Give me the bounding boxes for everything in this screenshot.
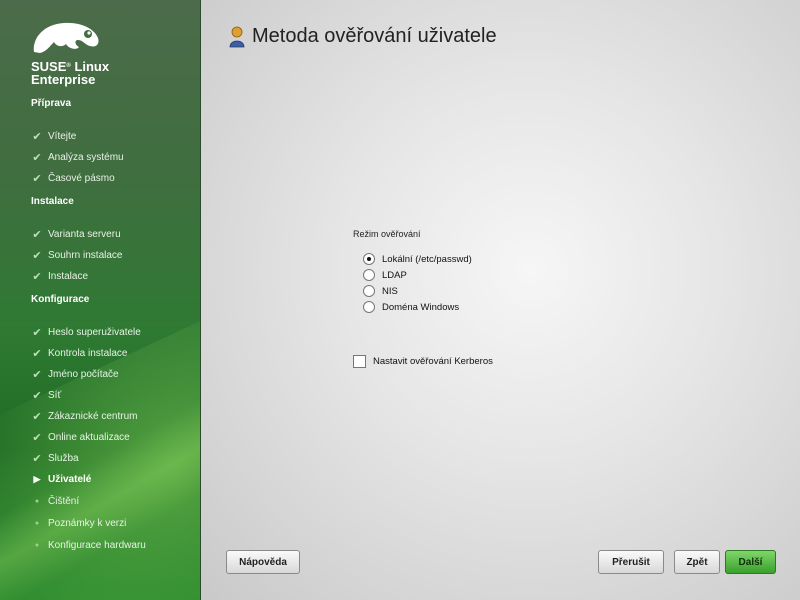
radio-label: Lokální (/etc/passwd) xyxy=(382,253,472,265)
step-item: ✔ Instalace xyxy=(30,268,88,284)
page-title: Metoda ověřování uživatele xyxy=(252,25,497,47)
radio-label: NIS xyxy=(382,285,398,297)
step-item: ✔ Síť xyxy=(30,387,61,403)
checkmark-icon: ✔ xyxy=(32,130,42,143)
step-item: ✔ Kontrola instalace xyxy=(30,345,127,361)
sidebar: SUSE® Linux Enterprise Příprava ✔ Vítejte… xyxy=(0,0,201,600)
step-item-current: ▶ Uživatelé xyxy=(30,471,92,487)
radio-label: LDAP xyxy=(382,269,407,281)
checkbox-label: Nastavit ověřování Kerberos xyxy=(373,356,493,367)
step-item: ✔ Analýza systému xyxy=(30,149,123,165)
checkmark-icon: ✔ xyxy=(32,368,42,381)
radio-nis[interactable]: NIS xyxy=(363,285,398,297)
help-button[interactable]: Nápověda xyxy=(226,550,300,574)
radio-button-selected[interactable] xyxy=(363,253,375,265)
main-panel xyxy=(201,0,800,600)
kerberos-checkbox[interactable]: Nastavit ověřování Kerberos xyxy=(353,355,493,368)
radio-button[interactable] xyxy=(363,285,375,297)
step-item: ✔ Varianta serveru xyxy=(30,226,120,242)
checkmark-icon: ✔ xyxy=(32,151,42,164)
section-title-instalace: Instalace xyxy=(31,196,74,207)
step-item: ✔ Online aktualizace xyxy=(30,429,129,445)
section-title-priprava: Příprava xyxy=(31,98,72,109)
checkmark-icon: ✔ xyxy=(32,228,42,241)
pending-dot-icon: ● xyxy=(34,497,40,505)
current-step-arrow-icon: ▶ xyxy=(33,473,41,484)
checkbox[interactable] xyxy=(353,355,366,368)
radio-button[interactable] xyxy=(363,269,375,281)
radio-button[interactable] xyxy=(363,301,375,313)
step-item: ● Konfigurace hardwaru xyxy=(30,537,146,553)
checkmark-icon: ✔ xyxy=(32,326,42,339)
checkmark-icon: ✔ xyxy=(32,452,42,465)
checkmark-icon: ✔ xyxy=(32,249,42,262)
pending-dot-icon: ● xyxy=(34,541,40,549)
step-item: ✔ Služba xyxy=(30,450,78,466)
step-item: ✔ Časové pásmo xyxy=(30,170,114,186)
step-item: ✔ Souhrn instalace xyxy=(30,247,122,263)
next-button[interactable]: Další xyxy=(725,550,776,574)
checkmark-icon: ✔ xyxy=(32,410,42,423)
back-button[interactable]: Zpět xyxy=(674,550,720,574)
step-item: ✔ Jméno počítače xyxy=(30,366,118,382)
pending-dot-icon: ● xyxy=(34,519,40,527)
auth-mode-group-label: Režim ověřování xyxy=(353,229,421,239)
section-title-konfigurace: Konfigurace xyxy=(31,294,90,305)
step-item: ✔ Zákaznické centrum xyxy=(30,408,137,424)
checkmark-icon: ✔ xyxy=(32,270,42,283)
step-item: ✔ Heslo superuživatele xyxy=(30,324,140,340)
checkmark-icon: ✔ xyxy=(32,347,42,360)
radio-windows-domain[interactable]: Doména Windows xyxy=(363,301,459,313)
radio-ldap[interactable]: LDAP xyxy=(363,269,407,281)
checkmark-icon: ✔ xyxy=(32,389,42,402)
step-item: ● Čištění xyxy=(30,493,79,509)
abort-button[interactable]: Přerušit xyxy=(598,550,664,574)
user-icon xyxy=(229,26,245,48)
radio-label: Doména Windows xyxy=(382,301,460,313)
suse-chameleon-logo xyxy=(33,22,99,53)
checkmark-icon: ✔ xyxy=(32,431,42,444)
radio-local[interactable]: Lokální (/etc/passwd) xyxy=(363,253,472,265)
step-item: ● Poznámky k verzi xyxy=(30,515,126,531)
checkmark-icon: ✔ xyxy=(32,172,42,185)
brand-name: SUSE® Linux Enterprise xyxy=(31,59,110,87)
step-item: ✔ Vítejte xyxy=(30,128,76,144)
